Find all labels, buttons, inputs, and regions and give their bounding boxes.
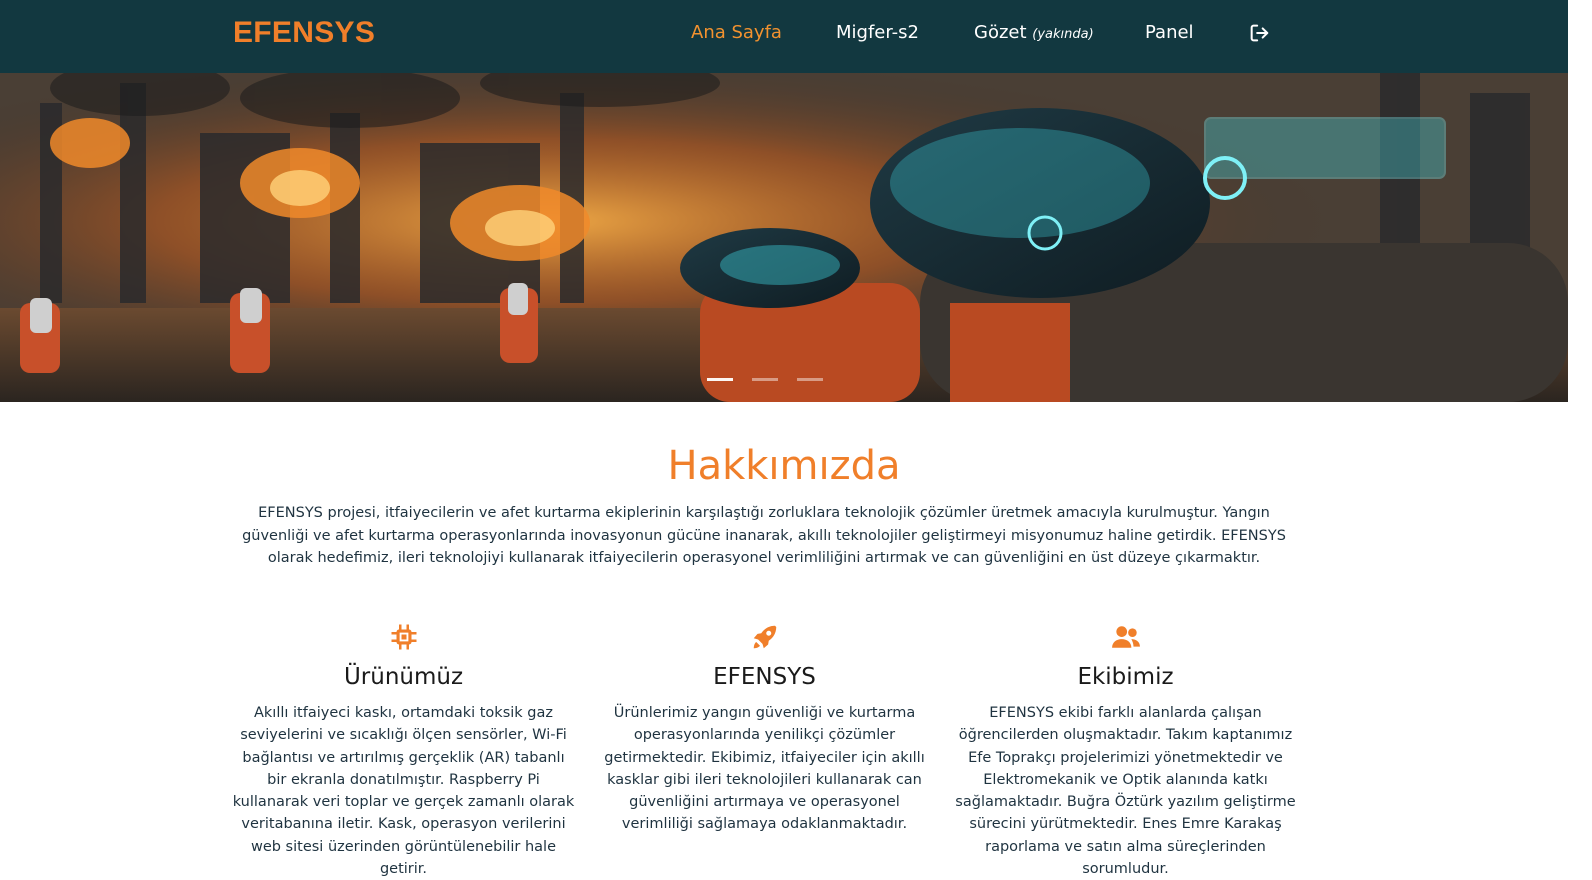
hero-image (0, 73, 1568, 402)
nav-migfer-s2[interactable]: Migfer-s2 (836, 22, 919, 46)
microchip-icon (391, 624, 416, 650)
feature-card-team: Ekibimiz EFENSYS ekibi farklı alanlarda … (953, 622, 1298, 880)
nav-gozet-suffix: (yakında) (1032, 27, 1094, 42)
feature-title: Ekibimiz (1077, 664, 1174, 690)
rocket-icon (753, 625, 776, 649)
carousel-indicator-3[interactable] (797, 378, 823, 381)
feature-card-efensys: EFENSYS Ürünlerimiz yangın güvenliği ve … (592, 622, 937, 836)
hero-carousel[interactable] (0, 73, 1568, 402)
nav-panel[interactable]: Panel (1145, 22, 1194, 46)
carousel-indicator-1[interactable] (707, 378, 733, 381)
navbar: EFENSYS Ana Sayfa Migfer-s2 Gözet (yakın… (0, 0, 1568, 73)
feature-title: EFENSYS (713, 664, 816, 690)
feature-text: Ürünlerimiz yangın güvenliği ve kurtarma… (604, 705, 925, 833)
carousel-indicator-2[interactable] (752, 378, 778, 381)
carousel-indicators (707, 378, 823, 381)
nav-gozet-label: Gözet (974, 22, 1027, 43)
feature-text: Akıllı itfaiyeci kaskı, ortamdaki toksik… (232, 705, 575, 878)
feature-title: Ürünümüz (343, 664, 464, 690)
about-text: EFENSYS projesi, itfaiyecilerin ve afet … (242, 505, 1286, 566)
nav-gozet[interactable]: Gözet (yakında) (974, 22, 1094, 46)
feature-card-product: Ürünümüz Akıllı itfaiyeci kaskı, ortamda… (231, 622, 576, 880)
about-title: Hakkımızda (667, 443, 901, 489)
users-icon (1111, 626, 1140, 648)
logout-icon[interactable] (1248, 22, 1270, 44)
feature-text: EFENSYS ekibi farklı alanlarda çalışan ö… (955, 705, 1296, 878)
brand-logo[interactable]: EFENSYS (233, 16, 375, 50)
nav-ana-sayfa[interactable]: Ana Sayfa (691, 22, 782, 46)
